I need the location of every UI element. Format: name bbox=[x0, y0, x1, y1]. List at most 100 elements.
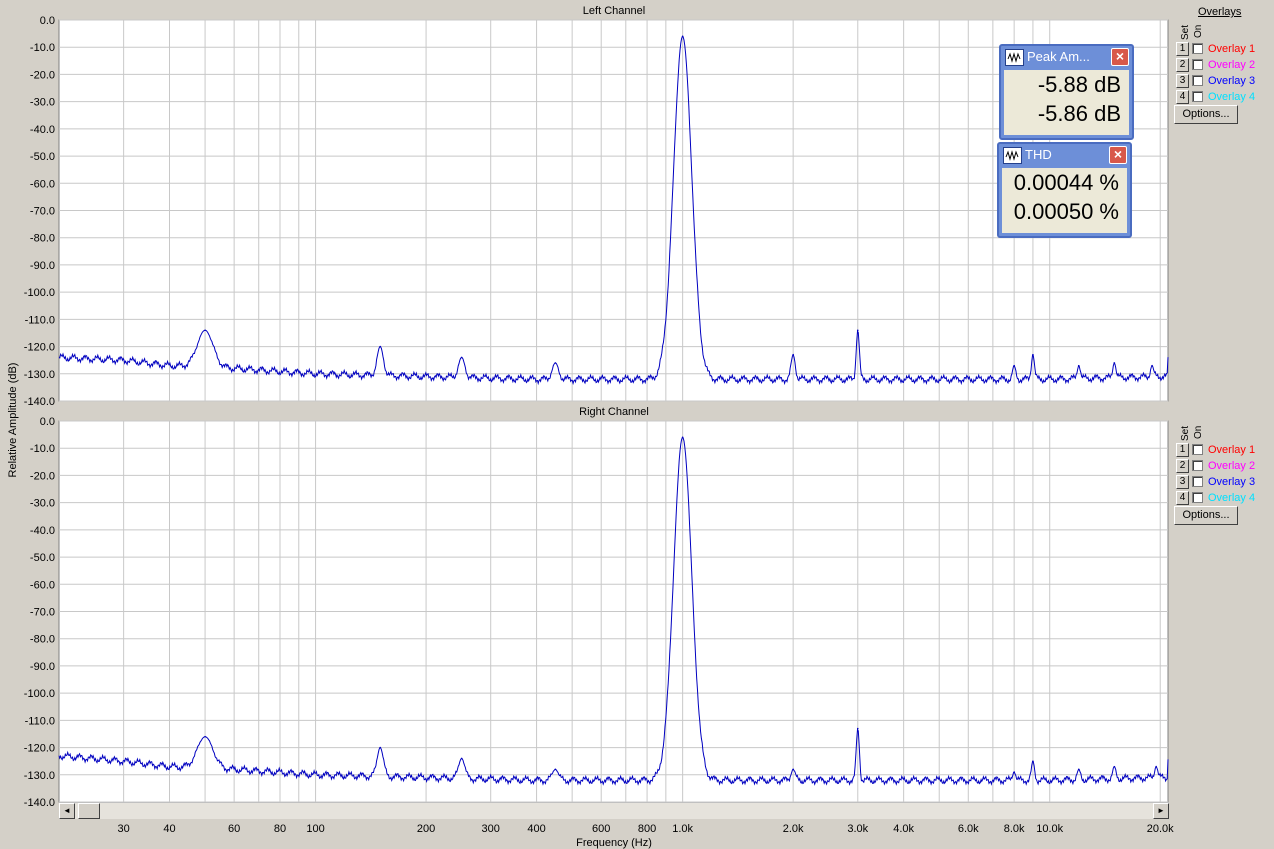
peak-point bbox=[792, 353, 794, 356]
x-tick-label: 80 bbox=[274, 823, 286, 835]
x-tick-label: 800 bbox=[638, 823, 656, 835]
overlay-row-4: 4 Overlay 4 bbox=[1176, 89, 1255, 104]
overlay-label: Overlay 2 bbox=[1208, 58, 1256, 71]
y-tick-label: -130.0 bbox=[24, 770, 55, 782]
meter-value-left: -5.88 dB bbox=[1037, 72, 1121, 97]
horizontal-scrollbar[interactable]: ◄ ► bbox=[59, 802, 1169, 819]
peak-point bbox=[1113, 362, 1116, 364]
peak-point bbox=[379, 345, 382, 348]
options-button[interactable]: Options... bbox=[1174, 105, 1238, 124]
overlay-row-3: 3 Overlay 3 bbox=[1176, 73, 1255, 88]
overlays-panel-left: Overlays Set On 1 Overlay 1 2 Overlay 2 3 O… bbox=[1172, 0, 1274, 400]
x-tick-label: 3.0k bbox=[847, 823, 868, 835]
y-tick-label: -30.0 bbox=[30, 498, 55, 510]
meter-title: THD bbox=[1025, 147, 1052, 162]
y-tick-label: -40.0 bbox=[30, 124, 55, 136]
overlay-label: Overlay 4 bbox=[1208, 90, 1256, 103]
overlay-on-checkbox[interactable] bbox=[1192, 75, 1203, 86]
close-icon[interactable]: × bbox=[1109, 146, 1127, 164]
overlay-set-button[interactable]: 1 bbox=[1176, 41, 1189, 56]
overlay-set-button[interactable]: 2 bbox=[1176, 57, 1189, 72]
overlay-on-checkbox[interactable] bbox=[1192, 59, 1203, 70]
overlay-label: Overlay 1 bbox=[1208, 443, 1256, 456]
panel-title: Right Channel bbox=[579, 406, 649, 418]
peak-point bbox=[1077, 364, 1080, 367]
on-column-label: On bbox=[1193, 24, 1204, 38]
y-tick-label: -50.0 bbox=[30, 151, 55, 163]
overlay-set-button[interactable]: 4 bbox=[1176, 490, 1189, 505]
y-tick-label: -100.0 bbox=[24, 688, 55, 700]
meter-title: Peak Am... bbox=[1027, 49, 1090, 64]
options-button[interactable]: Options... bbox=[1174, 506, 1238, 525]
x-tick-label: 200 bbox=[417, 823, 435, 835]
meter-readout: 0.00044 % 0.00050 % bbox=[1002, 168, 1127, 233]
x-tick-label: 400 bbox=[527, 823, 545, 835]
y-tick-label: -20.0 bbox=[30, 69, 55, 81]
overlay-on-checkbox[interactable] bbox=[1192, 91, 1203, 102]
x-tick-label: 4.0k bbox=[893, 823, 914, 835]
overlay-set-button[interactable]: 1 bbox=[1176, 442, 1189, 457]
peak-point bbox=[1077, 768, 1080, 771]
x-tick-label: 6.0k bbox=[958, 823, 979, 835]
peak-amplitude-meter[interactable]: Peak Am... × -5.88 dB -5.86 dB bbox=[999, 44, 1134, 140]
meter-readout: -5.88 dB -5.86 dB bbox=[1004, 70, 1129, 135]
y-tick-label: 0.0 bbox=[40, 416, 55, 428]
overlay-on-checkbox[interactable] bbox=[1192, 43, 1203, 54]
y-axis-title: Relative Amplitude (dB) bbox=[7, 363, 19, 478]
peak-point bbox=[379, 746, 382, 749]
y-tick-label: -10.0 bbox=[30, 42, 55, 54]
overlay-set-button[interactable]: 2 bbox=[1176, 458, 1189, 473]
y-tick-label: -140.0 bbox=[24, 396, 55, 408]
meter-title-bar[interactable]: THD × bbox=[999, 144, 1130, 166]
scroll-thumb[interactable] bbox=[78, 803, 100, 819]
overlay-on-checkbox[interactable] bbox=[1192, 444, 1203, 455]
overlay-label: Overlay 3 bbox=[1208, 74, 1256, 87]
peak-point bbox=[1155, 765, 1157, 768]
meter-title-bar[interactable]: Peak Am... × bbox=[1001, 46, 1132, 68]
overlay-label: Overlay 4 bbox=[1208, 491, 1256, 504]
overlay-set-button[interactable]: 4 bbox=[1176, 89, 1189, 104]
overlay-row-1: 1 Overlay 1 bbox=[1176, 442, 1255, 457]
y-tick-label: -70.0 bbox=[30, 206, 55, 218]
peak-point bbox=[554, 362, 557, 364]
overlay-on-checkbox[interactable] bbox=[1192, 492, 1203, 503]
overlay-row-3: 3 Overlay 3 bbox=[1176, 474, 1255, 489]
overlay-set-button[interactable]: 3 bbox=[1176, 73, 1189, 88]
peak-point bbox=[554, 768, 557, 771]
meter-value-right: 0.00050 % bbox=[1013, 199, 1119, 224]
peak-point bbox=[1151, 364, 1153, 367]
overlay-row-4: 4 Overlay 4 bbox=[1176, 490, 1255, 505]
overlays-heading: Overlays bbox=[1198, 6, 1242, 18]
peak-point bbox=[1113, 765, 1116, 768]
peak-point bbox=[792, 768, 794, 771]
y-tick-label: -140.0 bbox=[24, 797, 55, 809]
overlay-label: Overlay 1 bbox=[1208, 42, 1256, 55]
overlay-on-checkbox[interactable] bbox=[1192, 460, 1203, 471]
waveform-icon bbox=[1003, 147, 1022, 164]
x-tick-label: 10.0k bbox=[1036, 823, 1063, 835]
peak-point bbox=[1032, 353, 1034, 356]
overlay-label: Overlay 3 bbox=[1208, 475, 1256, 488]
thd-meter[interactable]: THD × 0.00044 % 0.00050 % bbox=[997, 142, 1132, 238]
y-tick-label: -120.0 bbox=[24, 743, 55, 755]
close-icon[interactable]: × bbox=[1111, 48, 1129, 66]
meter-value-left: 0.00044 % bbox=[1013, 170, 1119, 195]
peak-point bbox=[460, 757, 463, 760]
y-tick-label: -120.0 bbox=[24, 342, 55, 354]
overlay-row-2: 2 Overlay 2 bbox=[1176, 57, 1255, 72]
y-tick-label: -110.0 bbox=[25, 715, 55, 727]
peak-point bbox=[1013, 771, 1015, 773]
peak-point bbox=[204, 329, 206, 332]
overlay-set-button[interactable]: 3 bbox=[1176, 474, 1189, 489]
y-tick-label: -30.0 bbox=[30, 97, 55, 109]
x-axis-title: Frequency (Hz) bbox=[576, 837, 652, 849]
x-tick-label: 2.0k bbox=[783, 823, 804, 835]
x-tick-label: 600 bbox=[592, 823, 610, 835]
y-tick-label: -50.0 bbox=[30, 552, 55, 564]
peak-point bbox=[460, 356, 463, 359]
x-tick-label: 300 bbox=[482, 823, 500, 835]
overlay-on-checkbox[interactable] bbox=[1192, 476, 1203, 487]
scroll-left-button[interactable]: ◄ bbox=[59, 803, 75, 819]
scroll-right-button[interactable]: ► bbox=[1153, 803, 1169, 819]
y-tick-label: -20.0 bbox=[30, 470, 55, 482]
